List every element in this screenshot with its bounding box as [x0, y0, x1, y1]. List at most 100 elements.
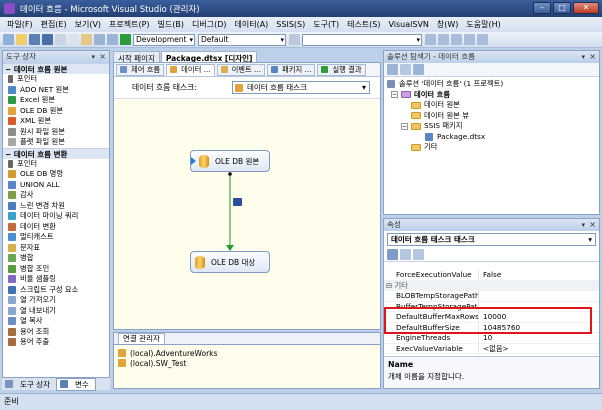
tab-package-explorer[interactable]: 패키지 ...: [267, 63, 316, 76]
tree-item-folder[interactable]: − SSIS 패키지: [387, 121, 599, 132]
properties-icon[interactable]: [387, 64, 398, 75]
toolbox-item[interactable]: OLE DB 원본: [3, 106, 109, 117]
ole-db-destination-component[interactable]: OLE DB 대상: [190, 251, 270, 273]
menu-build[interactable]: 빌드(B): [154, 19, 188, 30]
tab-event-handlers[interactable]: 이벤트 ...: [216, 63, 266, 76]
menu-data[interactable]: 데이터(A): [231, 19, 273, 30]
find-combo[interactable]: [302, 33, 422, 46]
property-row[interactable]: EngineThreads 10: [384, 333, 599, 344]
menu-project[interactable]: 프로젝트(P): [105, 19, 154, 30]
tab-toolbox[interactable]: 도구 상자: [2, 379, 56, 390]
tab-control-flow[interactable]: 제어 흐름: [116, 63, 165, 76]
data-flow-canvas[interactable]: OLE DB 원본 OLE DB 대상: [114, 100, 380, 329]
tree-item-folder[interactable]: 데이터 원본 뷰: [387, 111, 599, 122]
pin-icon[interactable]: ▾: [581, 51, 585, 63]
save-icon[interactable]: [29, 34, 40, 45]
toolbox-icon[interactable]: [451, 34, 462, 45]
toolbox-item[interactable]: 문자표: [3, 243, 109, 254]
property-row[interactable]: ForceExecutionValue False: [384, 270, 599, 281]
toolbox-item[interactable]: 열 가져오기: [3, 295, 109, 306]
property-row[interactable]: BLOBTempStoragePath: [384, 291, 599, 302]
cut-icon[interactable]: [55, 34, 66, 45]
tab-execution-results[interactable]: 실행 결과: [317, 63, 366, 76]
tab-variables[interactable]: 변수: [55, 377, 96, 391]
toolbox-item[interactable]: 병합: [3, 253, 109, 264]
toolbox-item[interactable]: 스크립트 구성 요소: [3, 285, 109, 296]
start-debug-icon[interactable]: [120, 34, 131, 45]
toolbox-item[interactable]: 용어 추출: [3, 337, 109, 348]
toolbox-item[interactable]: 열 복사: [3, 316, 109, 327]
object-browser-icon[interactable]: [464, 34, 475, 45]
menu-help[interactable]: 도움말(H): [462, 19, 504, 30]
toolbox-item[interactable]: ADO NET 원본: [3, 85, 109, 96]
copy-icon[interactable]: [68, 34, 79, 45]
find-icon[interactable]: [289, 34, 300, 45]
property-object-combo[interactable]: 데이터 흐름 태스크 태스크: [387, 233, 596, 246]
property-row[interactable]: ExecValueVariable <없음>: [384, 343, 599, 354]
tree-item-solution[interactable]: 솔루션 '데이터 흐름' (1 프로젝트): [387, 79, 599, 90]
collapse-icon[interactable]: −: [401, 122, 408, 130]
toolbox-group-transforms[interactable]: − 데이터 흐름 변환: [3, 147, 109, 159]
menu-visualsvn[interactable]: VisualSVN: [384, 20, 432, 29]
minimize-button[interactable]: –: [533, 2, 551, 14]
menu-test[interactable]: 테스트(S): [343, 19, 384, 30]
alphabetical-icon[interactable]: [400, 249, 411, 260]
toolbox-item[interactable]: XML 원본: [3, 116, 109, 127]
maximize-button[interactable]: □: [553, 2, 571, 14]
toolbox-item[interactable]: 느린 변경 차원: [3, 201, 109, 212]
toolbox-item[interactable]: 멀티캐스트: [3, 232, 109, 243]
tree-item-folder[interactable]: 기타: [387, 142, 599, 153]
connection-item[interactable]: (local).AdventureWorks: [118, 348, 376, 358]
toolbox-group-sources[interactable]: − 데이터 흐름 원본: [3, 63, 109, 74]
toolbox-item[interactable]: 포인터: [3, 74, 109, 85]
toolbox-item[interactable]: UNION ALL: [3, 180, 109, 191]
tree-item-folder[interactable]: 데이터 원본: [387, 100, 599, 111]
data-viewer-icon[interactable]: [233, 198, 242, 206]
property-category[interactable]: ⊟ 기타: [384, 280, 599, 291]
property-pages-icon[interactable]: [413, 249, 424, 260]
toolbox-item[interactable]: OLE DB 명령: [3, 169, 109, 180]
collapse-icon[interactable]: −: [391, 91, 398, 99]
toolbox-item[interactable]: 플랫 파일 원본: [3, 137, 109, 148]
categorized-icon[interactable]: [387, 249, 398, 260]
toolbox-item[interactable]: 용어 조회: [3, 327, 109, 338]
toolbox-item[interactable]: 비율 샘플링: [3, 274, 109, 285]
pin-icon[interactable]: ▾: [91, 51, 95, 63]
toolbox-item[interactable]: 데이터 변환: [3, 222, 109, 233]
config-combo[interactable]: Development: [133, 33, 195, 46]
toolbox-item[interactable]: Excel 원본: [3, 95, 109, 106]
refresh-icon[interactable]: [413, 64, 424, 75]
save-all-icon[interactable]: [42, 34, 53, 45]
tree-item-package[interactable]: Package.dtsx: [387, 132, 599, 143]
toolbox-item[interactable]: 원시 파일 원본: [3, 127, 109, 138]
menu-tools[interactable]: 도구(T): [309, 19, 343, 30]
close-icon[interactable]: ×: [589, 51, 596, 63]
menu-file[interactable]: 파일(F): [3, 19, 37, 30]
connection-item[interactable]: (local).SW_Test: [118, 358, 376, 368]
start-page-icon[interactable]: [477, 34, 488, 45]
menu-window[interactable]: 창(W): [433, 19, 463, 30]
close-button[interactable]: ✕: [573, 2, 599, 14]
new-project-icon[interactable]: [3, 34, 14, 45]
redo-icon[interactable]: [107, 34, 118, 45]
menu-ssis[interactable]: SSIS(S): [272, 20, 309, 29]
toolbox-item[interactable]: 데이터 마이닝 쿼리: [3, 211, 109, 222]
close-icon[interactable]: ×: [99, 51, 106, 63]
solution-explorer-icon[interactable]: [425, 34, 436, 45]
open-file-icon[interactable]: [16, 34, 27, 45]
connection-manager-pane[interactable]: (local).AdventureWorks (local).SW_Test: [113, 345, 381, 389]
undo-icon[interactable]: [94, 34, 105, 45]
task-combo[interactable]: 데이터 흐름 태스크: [232, 81, 370, 94]
toolbox-item[interactable]: 포인터: [3, 159, 109, 170]
menu-view[interactable]: 보기(V): [71, 19, 105, 30]
toolbox-item[interactable]: 열 내보내기: [3, 306, 109, 317]
toolbox-item[interactable]: 병합 조인: [3, 264, 109, 275]
properties-icon[interactable]: [438, 34, 449, 45]
show-all-files-icon[interactable]: [400, 64, 411, 75]
tab-data-flow[interactable]: 데이터 ...: [166, 63, 215, 76]
menu-edit[interactable]: 편집(E): [37, 19, 71, 30]
platform-combo[interactable]: Default: [198, 33, 286, 46]
menu-debug[interactable]: 디버그(D): [188, 19, 230, 30]
pin-icon[interactable]: ▾: [581, 219, 585, 231]
toolbox-item[interactable]: 감사: [3, 190, 109, 201]
